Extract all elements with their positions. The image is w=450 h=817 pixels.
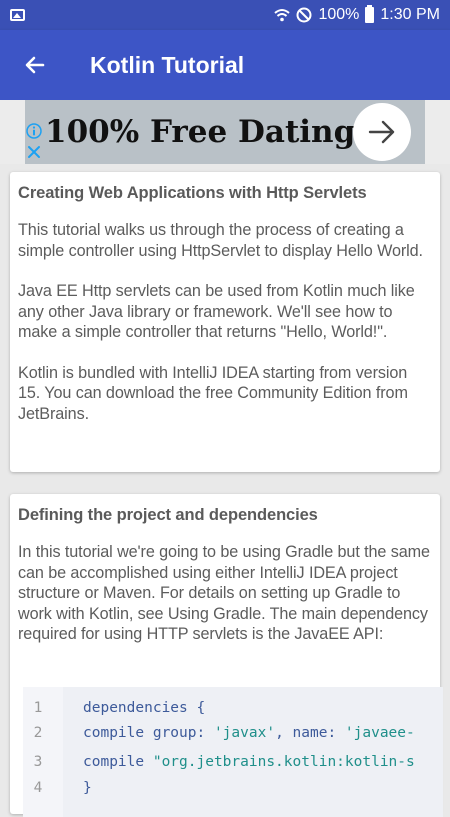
line-number: 4	[33, 780, 43, 796]
section-paragraph: Java EE Http servlets can be used from K…	[18, 282, 415, 341]
section-card: Creating Web Applications with Http Serv…	[10, 172, 440, 472]
arrow-left-icon	[25, 56, 45, 74]
code-line: compile "org.jetbrains.kotlin:kotlin-s	[83, 754, 415, 770]
section-paragraph: This tutorial walks us through the proce…	[18, 221, 423, 260]
info-icon[interactable]	[26, 123, 42, 139]
line-number: 2	[33, 725, 43, 741]
ad-text: 100% Free Dating	[45, 114, 356, 150]
code-line: dependencies {	[83, 700, 206, 716]
ad-content[interactable]: 100% Free Dating	[25, 100, 425, 164]
ad-arrow-button[interactable]	[353, 103, 411, 161]
section-title: Creating Web Applications with Http Serv…	[18, 184, 367, 202]
code-block: 1 2 3 4 dependencies { compile group: 'j…	[23, 687, 443, 817]
code-line: }	[83, 780, 92, 796]
section-title: Defining the project and dependencies	[18, 506, 318, 524]
line-number: 3	[33, 754, 43, 770]
app-bar: Kotlin Tutorial	[0, 30, 450, 100]
do-not-disturb-icon	[296, 7, 312, 23]
section-paragraph: Kotlin is bundled with IntelliJ IDEA sta…	[18, 363, 408, 423]
section-paragraph: In this tutorial we're going to be using…	[18, 543, 430, 643]
back-button[interactable]	[0, 30, 70, 100]
line-number: 1	[33, 700, 43, 716]
image-notification-icon	[10, 9, 25, 21]
app-title: Kotlin Tutorial	[90, 51, 245, 78]
wifi-icon	[274, 9, 291, 22]
code-line: compile group: 'javax', name: 'javaee-	[83, 725, 415, 741]
status-bar: 100% 1:30 PM	[0, 0, 450, 30]
battery-percent: 100%	[318, 6, 360, 23]
clock: 1:30 PM	[380, 6, 440, 23]
section-card: Defining the project and dependencies In…	[10, 494, 443, 817]
battery-icon	[365, 5, 375, 23]
code-line-numbers: 1 2 3 4	[23, 687, 63, 817]
arrow-right-icon	[368, 120, 395, 144]
ad-banner[interactable]: 100% Free Dating	[0, 100, 450, 164]
close-icon[interactable]	[26, 144, 42, 160]
code-body: dependencies { compile group: 'javax', n…	[63, 687, 443, 817]
